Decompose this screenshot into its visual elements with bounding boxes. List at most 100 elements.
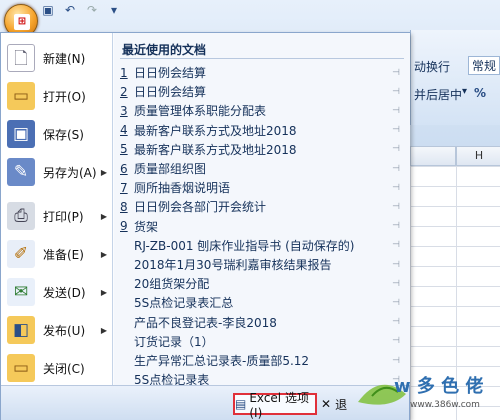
recent-document-name: 最新客户联系方式及地址2018 — [134, 142, 297, 157]
recent-document-item[interactable]: 3 质量管理体系职能分配表 ⊣ — [120, 101, 404, 120]
customize-qat-button[interactable]: ▾ — [106, 2, 122, 18]
recent-document-number: 4 — [120, 123, 128, 138]
office-logo-icon: ⊞ — [14, 14, 30, 30]
options-icon: ▤ — [235, 397, 247, 411]
recent-document-name: RJ-ZB-001 刨床作业指导书 (自动保存的) — [134, 238, 355, 253]
office-menu: 🗋 新建(N) ▭ 打开(O) ▣ 保存(S) ✎ 另存为(A) ▶ ⎙ 打印(P) ▶ ✐ 准… — [0, 32, 410, 420]
pin-icon[interactable]: ⊣ — [392, 298, 400, 308]
pin-icon[interactable]: ⊣ — [392, 279, 400, 289]
submenu-arrow-icon: ▶ — [100, 325, 107, 335]
recent-document-name: 2018年1月30号瑞利嘉审核结果报告 — [134, 258, 332, 272]
close-folder-icon: ▭ — [7, 354, 35, 382]
merge-dropdown-arrow[interactable]: ▾ — [462, 86, 467, 97]
column-header-h[interactable]: H — [456, 146, 500, 166]
print-command[interactable]: ⎙ 打印(P) ▶ — [1, 197, 113, 235]
recent-document-item[interactable]: 7 厕所抽香烟说明语 ⊣ — [120, 178, 404, 197]
new-document-icon: 🗋 — [7, 44, 35, 72]
watermark: w 多 色 佬 www.386w.com — [350, 366, 490, 416]
recent-document-name: 5S点检记录表汇总 — [134, 296, 234, 311]
recent-document-item[interactable]: 产品不良登记表-李良2018 ⊣ — [120, 313, 404, 332]
pin-icon[interactable]: ⊣ — [392, 144, 400, 154]
recent-document-item[interactable]: 6 质量部组织图 ⊣ — [120, 159, 404, 178]
publish-command[interactable]: ◧ 发布(U) ▶ — [1, 311, 113, 349]
recent-document-name: 质量管理体系职能分配表 — [134, 104, 267, 119]
column-header[interactable] — [410, 146, 456, 166]
pin-icon[interactable]: ⊣ — [392, 240, 400, 250]
ribbon-background — [410, 30, 500, 125]
open-command[interactable]: ▭ 打开(O) — [1, 77, 113, 115]
recent-document-name: 生产异常汇总记录表-质量部5.12 — [134, 354, 310, 368]
recent-document-name: 质量部组织图 — [134, 162, 207, 176]
quick-access-toolbar: ▣ ↶ ↷ ▾ — [40, 0, 122, 20]
number-format-select[interactable]: 常规 — [468, 56, 500, 75]
divider — [120, 58, 404, 59]
excel-options-button[interactable]: ▤ Excel 选项(I) — [233, 391, 317, 420]
recent-document-number: 8 — [120, 199, 128, 214]
print-icon: ⎙ — [7, 202, 35, 230]
send-command[interactable]: ✉ 发送(D) ▶ — [1, 273, 113, 311]
recent-document-item[interactable]: 9 货架 ⊣ — [120, 217, 404, 236]
recent-document-name: 产品不良登记表-李良2018 — [134, 315, 277, 330]
undo-icon[interactable]: ↶ — [62, 2, 78, 18]
recent-document-item[interactable]: 2 日日例会结算 ⊣ — [120, 82, 404, 101]
close-command[interactable]: ▭ 关闭(C) — [1, 349, 113, 387]
submenu-arrow-icon: ▶ — [100, 167, 107, 177]
recent-document-number: 5 — [120, 142, 128, 157]
recent-document-name: 日日例会结算 — [134, 85, 207, 100]
recent-document-name: 货架 — [134, 219, 159, 234]
pin-icon[interactable]: ⊣ — [392, 221, 400, 231]
exit-button[interactable]: ✕ 退 — [321, 394, 347, 414]
prepare-icon: ✐ — [7, 240, 35, 268]
pin-icon[interactable]: ⊣ — [392, 106, 400, 116]
publish-icon: ◧ — [7, 316, 35, 344]
recent-document-item[interactable]: 4 最新客户联系方式及地址2018 ⊣ — [120, 121, 404, 140]
recent-document-item[interactable]: 5S点检记录表汇总 ⊣ — [120, 293, 404, 312]
pin-icon[interactable]: ⊣ — [392, 356, 400, 366]
close-icon: ✕ — [321, 397, 332, 411]
recent-document-item[interactable]: 5 最新客户联系方式及地址2018 ⊣ — [120, 140, 404, 159]
recent-document-item[interactable]: 8 日日例会各部门开会统计 ⊣ — [120, 197, 404, 216]
prepare-command[interactable]: ✐ 准备(E) ▶ — [1, 235, 113, 273]
recent-document-name: 20组货架分配 — [134, 277, 210, 292]
pin-icon[interactable]: ⊣ — [392, 336, 400, 346]
wrap-text-button[interactable]: 动换行 — [414, 58, 450, 75]
command-list: 🗋 新建(N) ▭ 打开(O) ▣ 保存(S) ✎ 另存为(A) ▶ ⎙ 打印(P) ▶ ✐ 准… — [1, 33, 113, 385]
submenu-arrow-icon: ▶ — [100, 249, 107, 259]
recent-document-item[interactable]: 2018年1月30号瑞利嘉审核结果报告 ⊣ — [120, 255, 404, 274]
recent-document-number: 9 — [120, 219, 128, 234]
save-command[interactable]: ▣ 保存(S) — [1, 115, 113, 153]
recent-document-number: 2 — [120, 84, 128, 99]
recent-document-name: 日日例会各部门开会统计 — [134, 200, 267, 215]
recent-document-name: 订货记录（1） — [134, 334, 214, 349]
recent-document-item[interactable]: 1 日日例会结算 ⊣ — [120, 63, 404, 82]
recent-document-name: 日日例会结算 — [134, 66, 207, 80]
recent-document-number: 6 — [120, 161, 128, 176]
pin-icon[interactable]: ⊣ — [392, 317, 400, 327]
pin-icon[interactable]: ⊣ — [392, 68, 400, 78]
save-as-command[interactable]: ✎ 另存为(A) ▶ — [1, 153, 113, 191]
pin-icon[interactable]: ⊣ — [392, 260, 400, 270]
pin-icon[interactable]: ⊣ — [392, 125, 400, 135]
send-icon: ✉ — [7, 278, 35, 306]
recent-document-number: 1 — [120, 65, 128, 80]
recent-document-item[interactable]: 20组货架分配 ⊣ — [120, 274, 404, 293]
percent-style-button[interactable]: % — [474, 86, 486, 100]
recent-document-number: 3 — [120, 103, 128, 118]
recent-document-item[interactable]: 订货记录（1） ⊣ — [120, 332, 404, 351]
redo-icon[interactable]: ↷ — [84, 2, 100, 18]
save-icon[interactable]: ▣ — [40, 2, 56, 18]
merge-center-button[interactable]: 并后居中 — [414, 86, 462, 103]
pin-icon[interactable]: ⊣ — [392, 202, 400, 212]
pin-icon[interactable]: ⊣ — [392, 183, 400, 193]
pin-icon[interactable]: ⊣ — [392, 87, 400, 97]
open-folder-icon: ▭ — [7, 82, 35, 110]
recent-document-name: 最新客户联系方式及地址2018 — [134, 123, 297, 138]
pin-icon[interactable]: ⊣ — [392, 164, 400, 174]
watermark-text: w 多 色 佬 — [394, 376, 484, 397]
recent-document-number: 7 — [120, 180, 128, 195]
recent-documents-panel: 最近使用的文档 1 日日例会结算 ⊣ 2 日日例会结算 ⊣ 3 质量管理体系职能分配表 ⊣ 4 最新… — [114, 33, 410, 387]
save-as-icon: ✎ — [7, 158, 35, 186]
new-command[interactable]: 🗋 新建(N) — [1, 39, 113, 77]
submenu-arrow-icon: ▶ — [100, 287, 107, 297]
recent-document-item[interactable]: RJ-ZB-001 刨床作业指导书 (自动保存的) ⊣ — [120, 236, 404, 255]
